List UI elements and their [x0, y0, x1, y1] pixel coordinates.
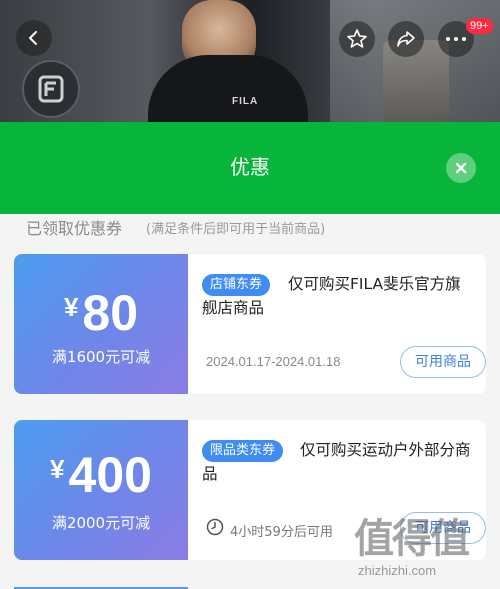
- coupon-description: 仅可购买运动户外部分商品: [202, 441, 471, 483]
- watermark: 值得值: [354, 516, 470, 562]
- share-arrow-icon: [397, 31, 415, 47]
- coupon-condition: 满2000元可减: [51, 514, 151, 532]
- coupon-amount-panel: ¥400 满2000元可减: [14, 420, 188, 560]
- currency-symbol: ¥: [63, 292, 79, 322]
- watermark-url: zhizhizhi.com: [358, 563, 437, 578]
- close-button[interactable]: [446, 153, 476, 183]
- coupon-amount-panel: ¥80 满1600元可减: [14, 254, 188, 394]
- coupon-detail-panel: 店铺东券 仅可购买FILA斐乐官方旗舰店商品 2024.01.17-2024.0…: [188, 254, 486, 394]
- coupon-countdown: 4小时59分后可用: [230, 525, 333, 540]
- section-title: 已领取优惠券: [26, 219, 123, 238]
- section-subtitle: (满足条件后即可用于当前商品): [146, 222, 326, 237]
- product-hero-image: FILA: [0, 0, 500, 122]
- coupon-description: 仅可购买FILA斐乐官方旗舰店商品: [202, 275, 461, 317]
- share-button[interactable]: [388, 21, 424, 57]
- brand-logo[interactable]: [22, 60, 80, 118]
- star-icon: [347, 29, 367, 48]
- sheet-header: 优惠: [0, 122, 500, 214]
- close-icon: [455, 162, 467, 174]
- coupon-amount: ¥80: [14, 284, 188, 342]
- available-products-button[interactable]: 可用商品: [400, 346, 486, 378]
- fila-logo-icon: [38, 75, 64, 103]
- clock-icon: [206, 518, 224, 536]
- coupon-validity: 2024.01.17-2024.01.18: [206, 354, 341, 369]
- chevron-left-icon: [29, 31, 37, 45]
- favorite-button[interactable]: [339, 21, 375, 57]
- model-jacket: [148, 55, 308, 122]
- currency-symbol: ¥: [50, 454, 65, 484]
- message-badge: 99+: [466, 18, 493, 34]
- coupon-card: ¥80 满1600元可减 店铺东券 仅可购买FILA斐乐官方旗舰店商品 2024…: [14, 254, 486, 394]
- sheet-title: 优惠: [230, 155, 270, 179]
- coupon-amount: ¥400: [14, 446, 188, 504]
- back-button[interactable]: [16, 20, 52, 56]
- coupon-value: 400: [68, 447, 152, 503]
- jacket-brand-text: FILA: [232, 96, 259, 107]
- more-dots-icon: [446, 37, 466, 41]
- coupon-value: 80: [82, 285, 139, 341]
- coupon-condition: 满1600元可减: [51, 348, 151, 366]
